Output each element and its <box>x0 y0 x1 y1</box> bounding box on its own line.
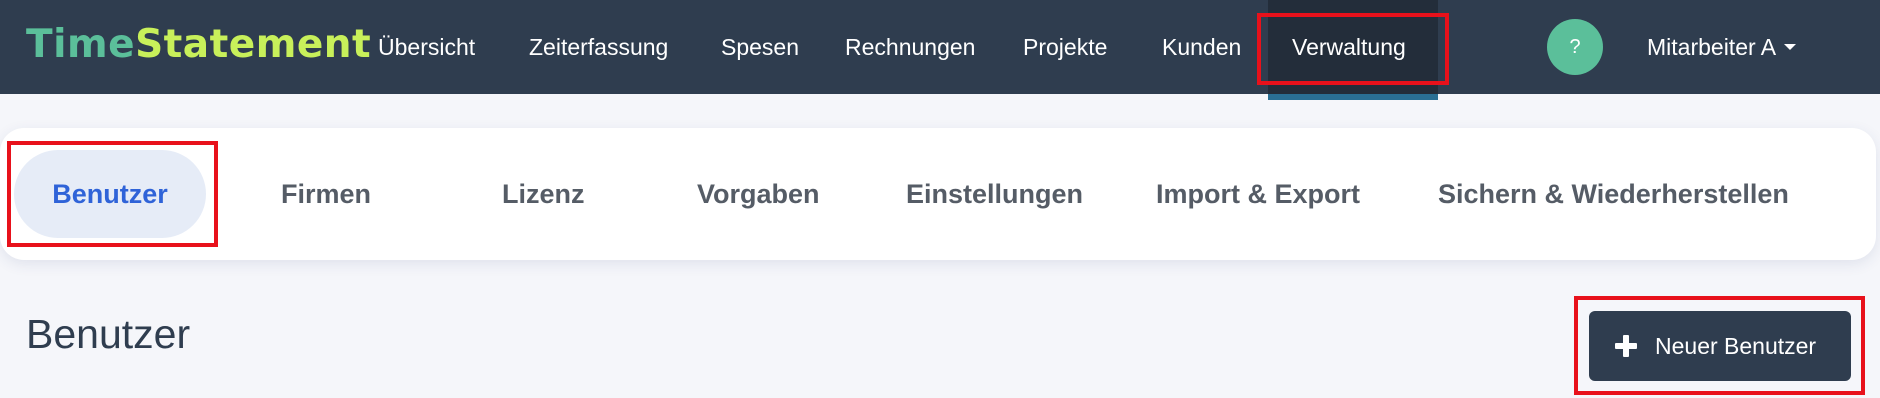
tab-einstellungen[interactable]: Einstellungen <box>906 150 1083 238</box>
tab-firmen[interactable]: Firmen <box>281 150 371 238</box>
admin-tab-bar: Benutzer Firmen Lizenz Vorgaben Einstell… <box>0 128 1876 260</box>
top-navbar: TimeStatement Übersicht Zeiterfassung Sp… <box>0 0 1880 100</box>
nav-item-rechnungen[interactable]: Rechnungen <box>845 30 975 64</box>
user-menu-label: Mitarbeiter A <box>1647 34 1777 60</box>
user-menu[interactable]: Mitarbeiter A <box>1647 30 1797 64</box>
question-icon: ? <box>1569 36 1581 58</box>
new-user-button-label: Neuer Benutzer <box>1655 333 1817 359</box>
nav-active-indicator <box>1268 94 1438 100</box>
tab-benutzer[interactable]: Benutzer <box>14 150 206 238</box>
nav-item-spesen[interactable]: Spesen <box>721 30 799 64</box>
nav-item-kunden[interactable]: Kunden <box>1162 30 1241 64</box>
tab-lizenz[interactable]: Lizenz <box>502 150 585 238</box>
app-logo[interactable]: TimeStatement <box>26 22 371 67</box>
tab-sichern-wiederherstellen[interactable]: Sichern & Wiederherstellen <box>1438 150 1789 238</box>
nav-item-verwaltung[interactable]: Verwaltung <box>1292 30 1406 64</box>
logo-time-text: Time <box>26 22 136 67</box>
page-title: Benutzer <box>26 311 191 357</box>
nav-item-projekte[interactable]: Projekte <box>1023 30 1107 64</box>
new-user-button[interactable]: Neuer Benutzer <box>1589 311 1851 381</box>
nav-item-zeiterfassung[interactable]: Zeiterfassung <box>529 30 668 64</box>
help-button[interactable]: ? <box>1547 19 1603 75</box>
tab-import-export[interactable]: Import & Export <box>1156 150 1360 238</box>
plus-icon <box>1615 335 1637 357</box>
logo-statement-text: Statement <box>135 22 372 67</box>
tab-vorgaben[interactable]: Vorgaben <box>697 150 820 238</box>
nav-item-uebersicht[interactable]: Übersicht <box>378 30 475 64</box>
caret-down-icon <box>1784 43 1797 50</box>
